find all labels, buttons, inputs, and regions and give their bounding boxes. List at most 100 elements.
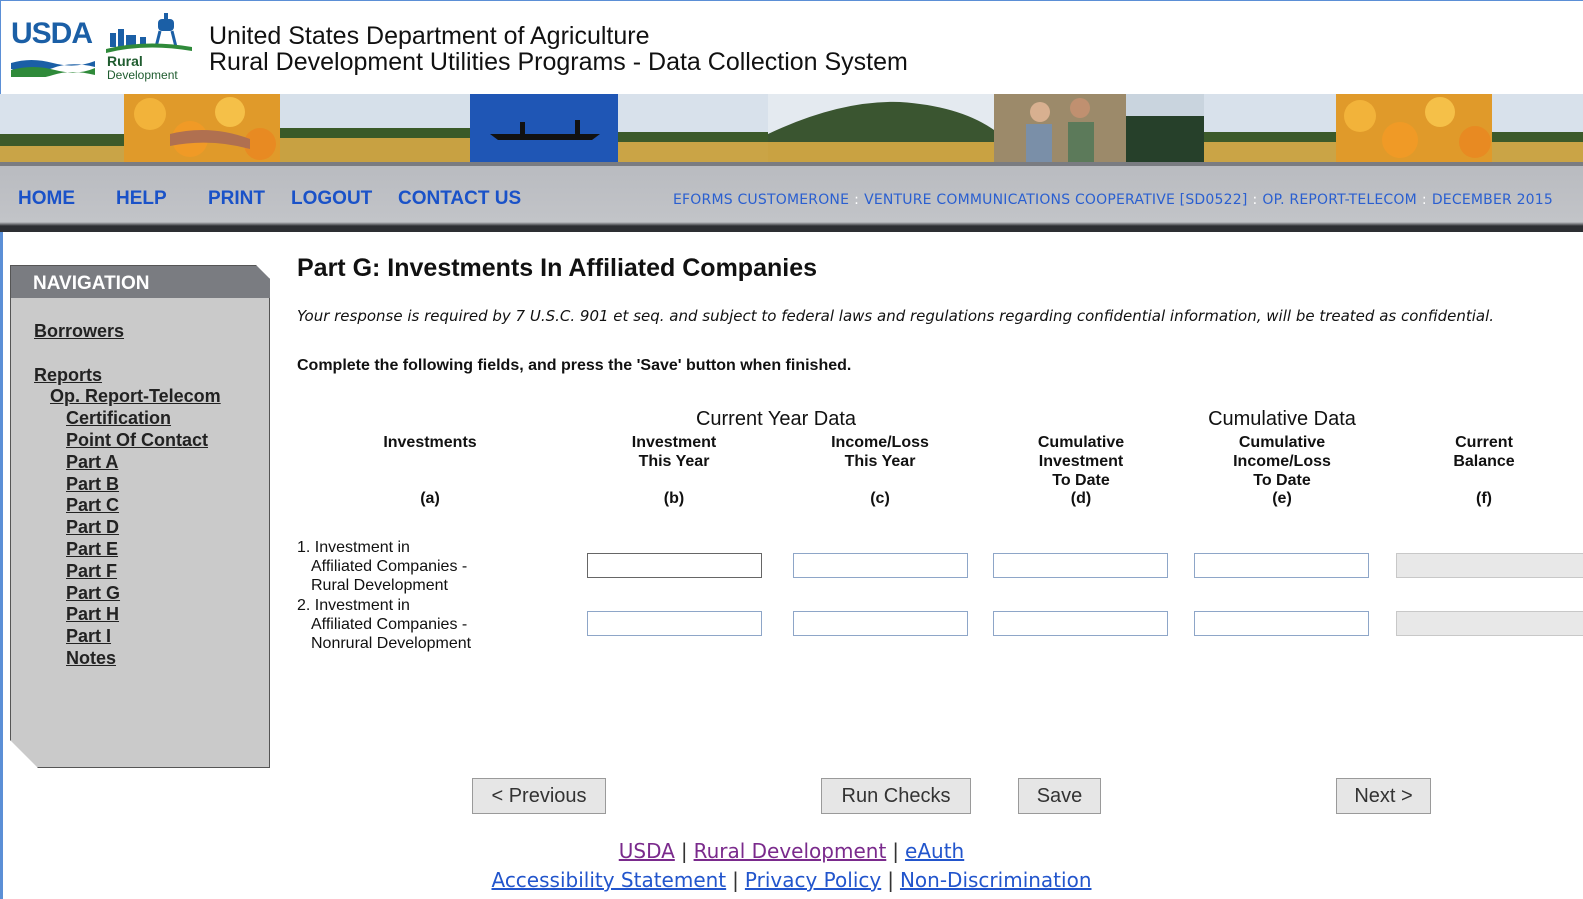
rd-logo-line1: Rural (107, 53, 143, 69)
previous-button[interactable]: < Previous (472, 778, 606, 814)
system-title: Rural Development Utilities Programs - D… (209, 48, 908, 76)
row-number: 1. (297, 539, 311, 556)
nav-part-f-link[interactable]: Part F (66, 561, 117, 582)
nav-part-d-link[interactable]: Part D (66, 517, 119, 538)
agency-title: United States Department of Agriculture (209, 22, 650, 50)
column-header-income-loss-this-year: Income/Loss This Year (800, 433, 960, 471)
nav-part-g-link[interactable]: Part G (66, 583, 120, 604)
column-header-line: Cumulative (1238, 434, 1326, 451)
session-context: EFORMS CUSTOMERONE: VENTURE COMMUNICATION… (673, 192, 1553, 208)
footer-usda-link[interactable]: USDA (619, 839, 675, 863)
column-header-line: Current (1455, 434, 1513, 451)
column-letter-a: (a) (420, 490, 440, 507)
nav-print-link[interactable]: PRINT (208, 188, 265, 210)
footer-rural-development-link[interactable]: Rural Development (694, 839, 887, 863)
column-header-line: This Year (844, 453, 916, 470)
row1-cumulative-investment-input[interactable] (993, 553, 1168, 578)
context-user: EFORMS CUSTOMERONE (673, 192, 850, 208)
save-button[interactable]: Save (1018, 778, 1101, 814)
column-letter-f: (f) (1476, 490, 1492, 507)
context-separator: : (1421, 192, 1427, 208)
nav-certification-link[interactable]: Certification (66, 408, 171, 429)
current-year-group-header: Current Year Data (695, 408, 857, 430)
landscape-banner-image (0, 94, 1583, 162)
footer-separator: | (892, 839, 900, 863)
footer-privacy-policy-link[interactable]: Privacy Policy (745, 868, 881, 892)
row1-investment-this-year-input[interactable] (587, 553, 762, 578)
context-report: OP. REPORT-TELECOM (1262, 192, 1417, 208)
row-label-line: Rural Development (311, 577, 448, 594)
row1-income-loss-this-year-input[interactable] (793, 553, 968, 578)
nav-logout-link[interactable]: LOGOUT (291, 188, 372, 210)
column-header-investment-this-year: Investment This Year (594, 433, 754, 471)
column-header-cumulative-investment: Cumulative Investment To Date (1001, 433, 1161, 490)
nav-part-i-link[interactable]: Part I (66, 626, 111, 647)
nav-contact-us-link[interactable]: CONTACT US (398, 188, 521, 210)
row1-cumulative-income-loss-input[interactable] (1194, 553, 1369, 578)
nav-op-report-telecom-link[interactable]: Op. Report-Telecom (50, 386, 221, 407)
column-header-line: This Year (638, 453, 710, 470)
column-header-line: Income/Loss (1233, 453, 1331, 470)
row1-current-balance-field (1396, 553, 1583, 578)
footer-eauth-link[interactable]: eAuth (905, 839, 964, 863)
nav-part-a-link[interactable]: Part A (66, 452, 118, 473)
column-header-cumulative-income-loss: Cumulative Income/Loss To Date (1202, 433, 1362, 490)
footer-separator: | (680, 839, 688, 863)
page-title: Part G: Investments In Affiliated Compan… (297, 254, 818, 282)
nav-part-e-link[interactable]: Part E (66, 539, 118, 560)
column-letter-b: (b) (663, 490, 685, 507)
nav-point-of-contact-link[interactable]: Point Of Contact (66, 430, 208, 451)
context-borrower: VENTURE COMMUNICATIONS COOPERATIVE [SD05… (864, 192, 1248, 208)
rd-logo-line2: Development (107, 68, 178, 82)
confidentiality-notice: Your response is required by 7 U.S.C. 90… (297, 307, 1495, 325)
row-label-line: Affiliated Companies - (311, 558, 468, 575)
row2-cumulative-income-loss-input[interactable] (1194, 611, 1369, 636)
context-separator: : (854, 192, 860, 208)
row2-current-balance-field (1396, 611, 1583, 636)
column-letter-d: (d) (1070, 490, 1092, 507)
context-separator: : (1252, 192, 1258, 208)
row-label-line: Affiliated Companies - (311, 616, 468, 633)
row2-cumulative-investment-input[interactable] (993, 611, 1168, 636)
column-header-line: Investments (383, 434, 477, 451)
row2-investment-this-year-input[interactable] (587, 611, 762, 636)
row-label-line: Investment in (314, 597, 410, 614)
next-button[interactable]: Next > (1336, 778, 1431, 814)
nav-home-link[interactable]: HOME (18, 188, 75, 210)
column-letter-e: (e) (1272, 490, 1292, 507)
column-header-investments: Investments (350, 433, 510, 452)
row-label-rural-development: 1. Investment in Affiliated Companies - … (297, 538, 467, 595)
column-header-line: Balance (1453, 453, 1515, 470)
row2-income-loss-this-year-input[interactable] (793, 611, 968, 636)
column-header-current-balance: Current Balance (1404, 433, 1564, 471)
column-header-line: Investment (1038, 453, 1124, 470)
header-titles: United States Department of Agriculture … (209, 23, 908, 75)
row-label-line: Investment in (314, 539, 410, 556)
nav-notes-link[interactable]: Notes (66, 648, 116, 669)
nav-part-c-link[interactable]: Part C (66, 495, 119, 516)
column-letter-c: (c) (870, 490, 890, 507)
footer-non-discrimination-link[interactable]: Non-Discrimination (900, 868, 1092, 892)
run-checks-button[interactable]: Run Checks (821, 778, 971, 814)
nav-part-b-link[interactable]: Part B (66, 474, 119, 495)
usda-logo-text: USDA (11, 17, 93, 50)
nav-reports-link[interactable]: Reports (34, 365, 102, 386)
footer-separator: | (732, 868, 739, 892)
nav-borrowers-link[interactable]: Borrowers (34, 321, 124, 342)
usda-rd-logo[interactable]: USDA Rural Development (11, 13, 193, 83)
footer-accessibility-link[interactable]: Accessibility Statement (491, 868, 726, 892)
navigation-panel: NAVIGATION Borrowers Reports Op. Report-… (10, 265, 270, 768)
column-header-line: Investment (631, 434, 717, 451)
photo-banner (0, 94, 1583, 162)
navigation-title: NAVIGATION (33, 273, 150, 294)
nav-part-h-link[interactable]: Part H (66, 604, 119, 625)
column-header-line: Cumulative (1037, 434, 1125, 451)
row-label-line: Nonrural Development (311, 635, 472, 652)
footer-links-primary: USDA | Rural Development | eAuth (0, 839, 1583, 863)
nav-help-link[interactable]: HELP (116, 188, 167, 210)
column-header-line: To Date (1052, 472, 1110, 489)
cumulative-group-header: Cumulative Data (1208, 408, 1356, 430)
row-label-nonrural-development: 2. Investment in Affiliated Companies - … (297, 596, 471, 653)
context-period: DECEMBER 2015 (1431, 192, 1553, 208)
usda-wave-icon (11, 60, 95, 77)
